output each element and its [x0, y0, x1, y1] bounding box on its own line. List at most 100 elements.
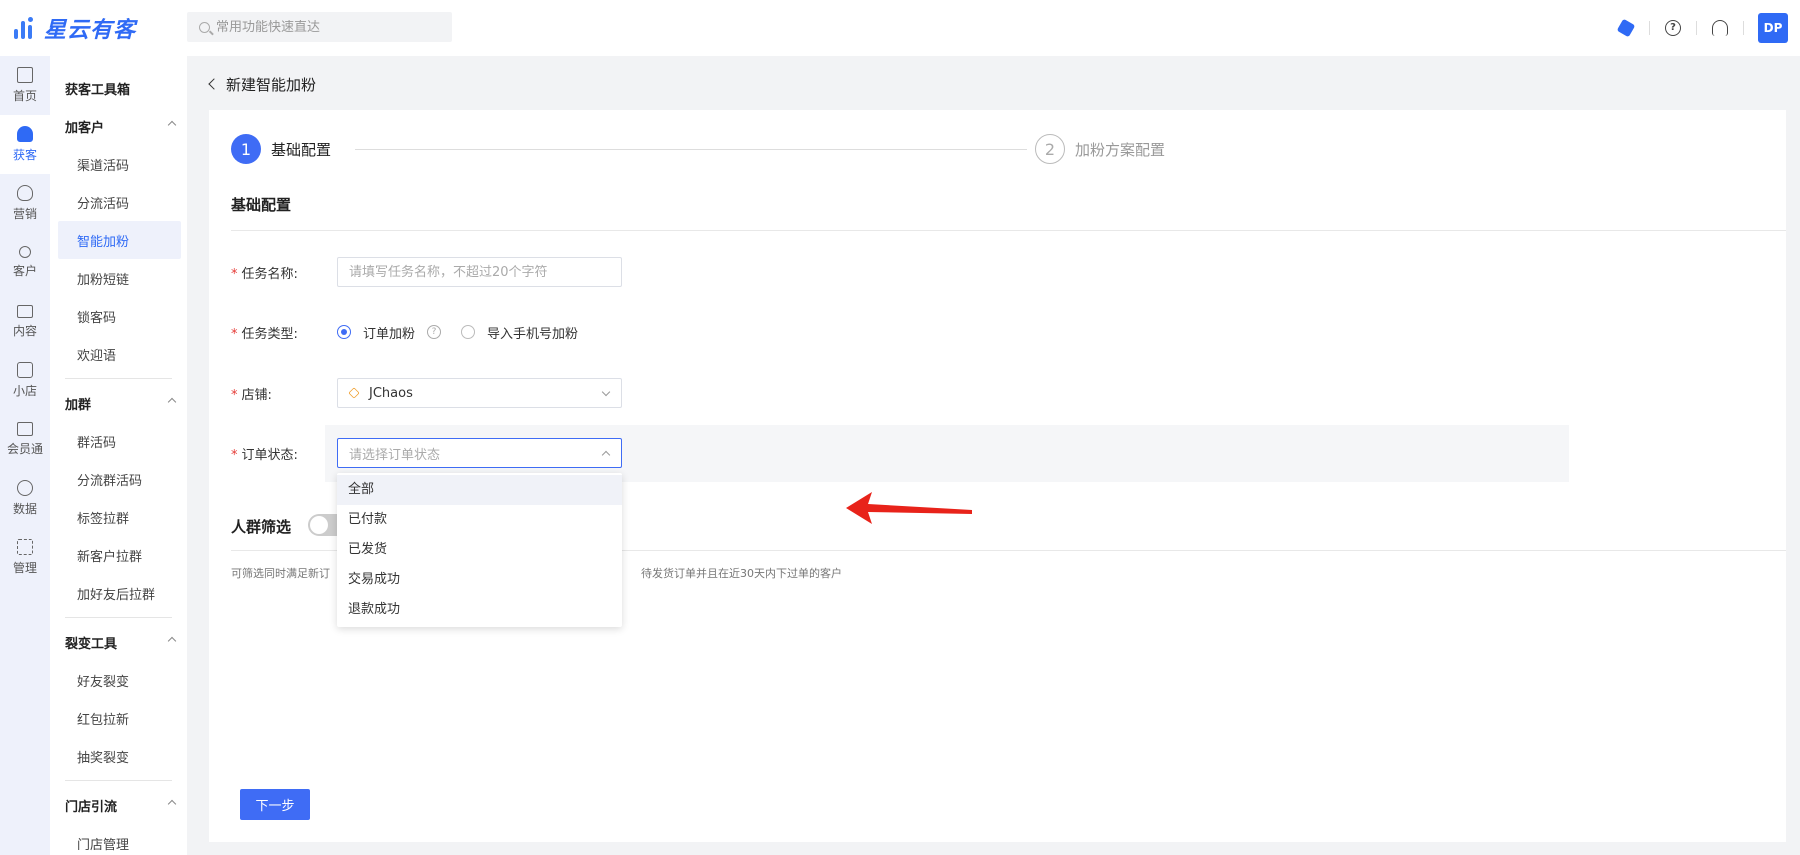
rail-item-acquire[interactable]: 获客: [0, 115, 50, 174]
task-name-input[interactable]: [337, 257, 622, 287]
person-icon: [19, 246, 31, 258]
subnav-item-short-link[interactable]: 加粉短链: [50, 259, 187, 297]
steps: 1 基础配置 2 加粉方案配置: [231, 134, 1231, 164]
subnav-item-after-friend-group[interactable]: 加好友后拉群: [50, 574, 187, 612]
subnav-item-split-code[interactable]: 分流活码: [50, 183, 187, 221]
radio-import-phone[interactable]: 导入手机号加粉: [461, 323, 578, 342]
headset-icon[interactable]: [1712, 20, 1728, 36]
subnav-item-lottery[interactable]: 抽奖裂变: [50, 737, 187, 775]
rail-item-data[interactable]: 数据: [0, 469, 50, 528]
group-add-group[interactable]: 加群: [50, 384, 187, 422]
dropdown-option[interactable]: 已发货: [337, 535, 622, 565]
divider: [1743, 21, 1744, 35]
crowd-filter-desc-left: 可筛选同时满足新订: [231, 567, 330, 580]
divider: [65, 617, 172, 618]
dropdown-option[interactable]: 交易成功: [337, 565, 622, 595]
step-connector: [355, 149, 1027, 150]
divider: [1649, 21, 1650, 35]
subnav-item-welcome[interactable]: 欢迎语: [50, 335, 187, 373]
user-add-icon: [17, 126, 33, 142]
section-title: 基础配置: [231, 196, 292, 214]
chevron-down-icon: [601, 387, 611, 397]
rail-item-member[interactable]: 会员通: [0, 410, 50, 469]
dropdown-option[interactable]: 全部: [337, 475, 622, 505]
cube-icon[interactable]: [1616, 18, 1636, 38]
subnav-title: 获客工具箱: [65, 82, 131, 98]
step-1-label: 基础配置: [271, 141, 332, 159]
subnav-item-split-group-code[interactable]: 分流群活码: [50, 460, 187, 498]
radio-checked-icon: [337, 325, 351, 339]
rail-label: 首页: [12, 89, 37, 103]
order-status-label: * 订单状态:: [231, 447, 298, 463]
page-title: 新建智能加粉: [226, 75, 317, 94]
rail-label: 营销: [12, 207, 37, 221]
next-step-button[interactable]: 下一步: [240, 789, 310, 820]
order-status-select[interactable]: 请选择订单状态: [337, 438, 622, 468]
rail-item-marketing[interactable]: 营销: [0, 174, 50, 233]
sub-nav: 获客工具箱 加客户 渠道活码 分流活码 智能加粉 加粉短链 锁客码 欢迎语 加群…: [50, 56, 187, 855]
radio-order-add[interactable]: 订单加粉: [337, 323, 415, 342]
group-add-customer[interactable]: 加客户: [50, 107, 187, 145]
app-logo[interactable]: 星云有客: [12, 12, 136, 44]
dropdown-option[interactable]: 已付款: [337, 505, 622, 535]
brand-name: 星云有客: [44, 18, 137, 43]
group-store[interactable]: 门店引流: [50, 786, 187, 824]
rail-item-customer[interactable]: 客户: [0, 233, 50, 292]
row-shop: * 店铺: JChaos: [231, 378, 622, 408]
global-search[interactable]: [187, 12, 452, 42]
shop-select-value: JChaos: [369, 385, 413, 401]
divider: [1696, 21, 1697, 35]
subnav-item-friend-fission[interactable]: 好友裂变: [50, 661, 187, 699]
row-task-type: * 任务类型: 订单加粉 ? 导入手机号加粉: [231, 317, 590, 347]
form-card: 1 基础配置 2 加粉方案配置 基础配置 *任务名称: *任务类型: 订单加粉 …: [209, 110, 1786, 842]
shop-select[interactable]: JChaos: [337, 378, 622, 408]
chevron-up-icon: [167, 120, 177, 130]
help-icon[interactable]: ?: [1665, 20, 1681, 36]
rail-item-shop[interactable]: 小店: [0, 351, 50, 410]
avatar[interactable]: DP: [1758, 13, 1788, 43]
subnav-item-lock-code[interactable]: 锁客码: [50, 297, 187, 335]
rail-item-content[interactable]: 内容: [0, 292, 50, 351]
chevron-up-icon: [167, 397, 177, 407]
rail-item-manage[interactable]: 管理: [0, 528, 50, 587]
chevron-up-icon: [601, 450, 611, 460]
logo-icon: [12, 15, 38, 41]
member-icon: [17, 422, 33, 436]
divider: [231, 230, 1786, 231]
subnav-item-channel-code[interactable]: 渠道活码: [50, 145, 187, 183]
radio-label: 订单加粉: [363, 326, 416, 342]
search-input[interactable]: [216, 19, 436, 35]
task-name-label: * 任务名称:: [231, 266, 298, 282]
subnav-item-store-manage[interactable]: 门店管理: [50, 824, 187, 855]
subnav-item-tag-group[interactable]: 标签拉群: [50, 498, 187, 536]
subnav-item-smart-add[interactable]: 智能加粉: [58, 221, 181, 259]
page-header[interactable]: 新建智能加粉: [208, 72, 317, 96]
subnav-item-new-customer-group[interactable]: 新客户拉群: [50, 536, 187, 574]
group-label: 裂变工具: [65, 636, 118, 652]
main-nav-rail: 首页 获客 营销 客户 内容 小店 会员通 数据 管理: [0, 56, 50, 855]
rail-label: 管理: [12, 561, 37, 575]
back-icon[interactable]: [208, 78, 220, 90]
radio-label: 导入手机号加粉: [487, 326, 579, 342]
top-bar: 星云有客 ? DP: [0, 0, 1800, 56]
dropdown-option[interactable]: 退款成功: [337, 595, 622, 625]
shop-label: * 店铺:: [231, 387, 272, 403]
crowd-filter-title: 人群筛选: [231, 518, 292, 536]
rail-label: 会员通: [6, 442, 43, 456]
divider: [65, 780, 172, 781]
top-actions: ? DP: [1603, 13, 1788, 43]
radio-unchecked-icon: [461, 325, 476, 339]
subnav-item-redpacket[interactable]: 红包拉新: [50, 699, 187, 737]
rail-label: 小店: [12, 384, 37, 398]
subnav-item-group-code[interactable]: 群活码: [50, 422, 187, 460]
step-2-label: 加粉方案配置: [1075, 141, 1166, 159]
help-icon[interactable]: ?: [427, 325, 442, 339]
bulb-icon: [17, 185, 33, 201]
chevron-up-icon: [167, 799, 177, 809]
rail-item-home[interactable]: 首页: [0, 56, 50, 115]
row-order-status: * 订单状态: 请选择订单状态: [231, 438, 622, 468]
group-label: 加客户: [65, 120, 105, 136]
group-fission[interactable]: 裂变工具: [50, 623, 187, 661]
red-arrow-annotation: [846, 492, 972, 524]
rail-label: 数据: [12, 502, 37, 516]
